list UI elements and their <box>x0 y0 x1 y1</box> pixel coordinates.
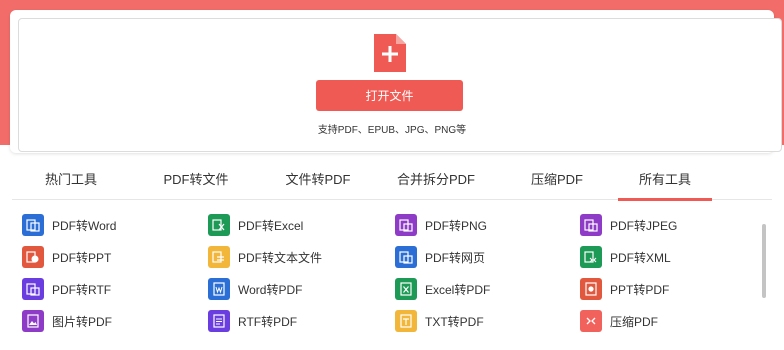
tool-excel-to-pdf[interactable]: Excel转PDF <box>395 277 490 301</box>
jpeg-image-icon <box>580 214 602 236</box>
tool-image-to-pdf[interactable]: 图片转PDF <box>22 309 112 333</box>
tool-label: Word转PDF <box>238 282 303 297</box>
tool-label: PDF转文本文件 <box>238 250 323 265</box>
excel-doc-icon <box>208 214 230 236</box>
tool-word-to-pdf[interactable]: Word转PDF <box>208 277 302 301</box>
tool-pdf-to-ppt[interactable]: PDF转PPT <box>22 245 111 269</box>
word-doc-icon <box>22 214 44 236</box>
tool-pdf-to-png[interactable]: PDF转PNG <box>395 213 487 237</box>
tab-all-tools[interactable]: 所有工具 <box>618 156 712 201</box>
ppt-to-pdf-icon <box>580 278 602 300</box>
compress-pdf-icon <box>580 310 602 332</box>
tool-label: PDF转Excel <box>238 218 304 233</box>
tool-label: PDF转PNG <box>425 218 488 233</box>
tab-merge-split-pdf[interactable]: 合并拆分PDF <box>378 156 494 200</box>
supported-formats-text: 支持PDF、EPUB、JPG、PNG等 <box>317 125 467 136</box>
tool-txt-to-pdf[interactable]: TXT转PDF <box>395 309 484 333</box>
tool-pdf-to-jpeg[interactable]: PDF转JPEG <box>580 213 677 237</box>
tool-label: PDF转JPEG <box>610 218 678 233</box>
tool-label: RTF转PDF <box>238 314 298 329</box>
tool-label: 压缩PDF <box>610 314 659 329</box>
html-doc-icon <box>395 246 417 268</box>
tab-popular-tools[interactable]: 热门工具 <box>26 156 116 200</box>
tool-rtf-to-pdf[interactable]: RTF转PDF <box>208 309 297 333</box>
tool-label: PDF转XML <box>610 250 671 265</box>
tab-compress-pdf[interactable]: 压缩PDF <box>512 156 602 200</box>
tool-label: PDF转RTF <box>52 282 112 297</box>
tool-label: PDF转PPT <box>52 250 112 265</box>
tool-label: Excel转PDF <box>425 282 491 297</box>
open-file-button[interactable]: 打开文件 <box>316 80 463 111</box>
txt-doc-icon <box>208 246 230 268</box>
rtf-doc-icon <box>22 278 44 300</box>
scrollbar[interactable] <box>762 224 766 298</box>
tool-category-tabs: 热门工具 PDF转文件 文件转PDF 合并拆分PDF 压缩PDF 所有工具 <box>12 156 772 201</box>
tool-pdf-to-text[interactable]: PDF转文本文件 <box>208 245 322 269</box>
tool-label: TXT转PDF <box>425 314 484 329</box>
tool-pdf-to-xml[interactable]: PDF转XML <box>580 245 671 269</box>
tool-label: PDF转网页 <box>425 250 486 265</box>
txt-to-pdf-icon <box>395 310 417 332</box>
tab-pdf-to-file[interactable]: PDF转文件 <box>146 156 246 200</box>
tool-label: PPT转PDF <box>610 282 670 297</box>
add-file-icon[interactable] <box>374 34 406 72</box>
tool-ppt-to-pdf[interactable]: PPT转PDF <box>580 277 669 301</box>
image-to-pdf-icon <box>22 310 44 332</box>
excel-to-pdf-icon <box>395 278 417 300</box>
tool-label: 图片转PDF <box>52 314 113 329</box>
tool-pdf-to-word[interactable]: PDF转Word <box>22 213 116 237</box>
tools-grid: PDF转Word PDF转Excel PDF转PNG PDF转JPEG PDF转… <box>0 208 760 350</box>
tool-pdf-to-html[interactable]: PDF转网页 <box>395 245 485 269</box>
ppt-doc-icon <box>22 246 44 268</box>
tool-pdf-to-excel[interactable]: PDF转Excel <box>208 213 303 237</box>
tool-label: PDF转Word <box>52 218 117 233</box>
tool-compress-pdf[interactable]: 压缩PDF <box>580 309 658 333</box>
tool-pdf-to-rtf[interactable]: PDF转RTF <box>22 277 111 301</box>
tab-file-to-pdf[interactable]: 文件转PDF <box>268 156 368 200</box>
word-to-pdf-icon <box>208 278 230 300</box>
png-image-icon <box>395 214 417 236</box>
rtf-to-pdf-icon <box>208 310 230 332</box>
xml-doc-icon <box>580 246 602 268</box>
